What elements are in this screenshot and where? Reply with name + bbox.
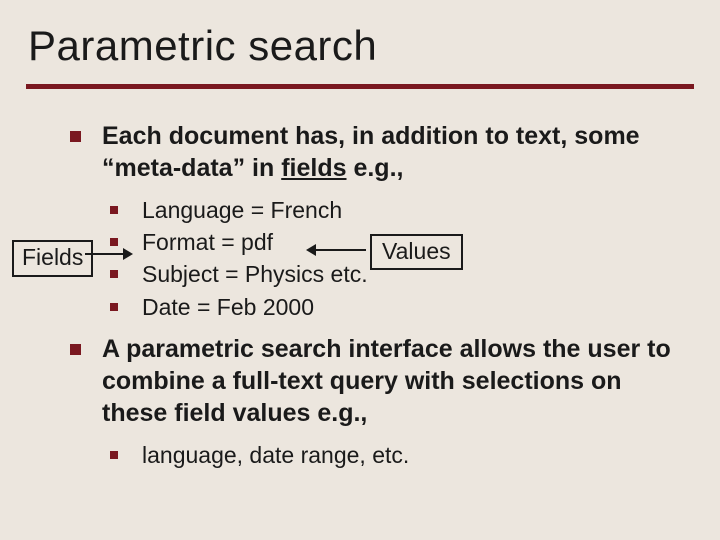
square-bullet-icon (110, 238, 118, 246)
sub-bullet-4-text: Date = Feb 2000 (142, 294, 314, 320)
bullet-point-1: Each document has, in addition to text, … (70, 120, 682, 184)
slide: Parametric search Each document has, in … (0, 0, 720, 540)
sub-bullet-4: Date = Feb 2000 (110, 291, 682, 323)
fields-label-box: Fields (12, 240, 93, 277)
sub-bullet-3-text: Subject = Physics etc. (142, 261, 368, 287)
point1-underlined-word: fields (281, 154, 346, 182)
values-label: Values (382, 238, 451, 264)
slide-body: Each document has, in addition to text, … (70, 120, 682, 471)
fields-label: Fields (22, 244, 83, 270)
arrow-right-icon (85, 253, 131, 255)
square-bullet-icon (110, 303, 118, 311)
square-bullet-icon (110, 206, 118, 214)
sub-bullet-1: Language = French (110, 194, 682, 226)
sub-bullet-2-1-text: language, date range, etc. (142, 442, 409, 468)
sub-bullet-2-text: Format = pdf (142, 229, 273, 255)
square-bullet-icon (110, 451, 118, 459)
square-bullet-icon (70, 344, 81, 355)
slide-title: Parametric search (28, 22, 377, 70)
sub-bullet-1-text: Language = French (142, 197, 342, 223)
point2-text: A parametric search interface allows the… (102, 335, 671, 427)
arrow-left-icon (308, 249, 366, 251)
bullet-point-2: A parametric search interface allows the… (70, 333, 682, 429)
square-bullet-icon (110, 270, 118, 278)
point1-text-suffix: e.g., (347, 154, 404, 182)
values-label-box: Values (370, 234, 463, 270)
title-underline (26, 84, 694, 89)
spacer (70, 323, 682, 333)
square-bullet-icon (70, 131, 81, 142)
sub-bullet-2-1: language, date range, etc. (110, 439, 682, 471)
